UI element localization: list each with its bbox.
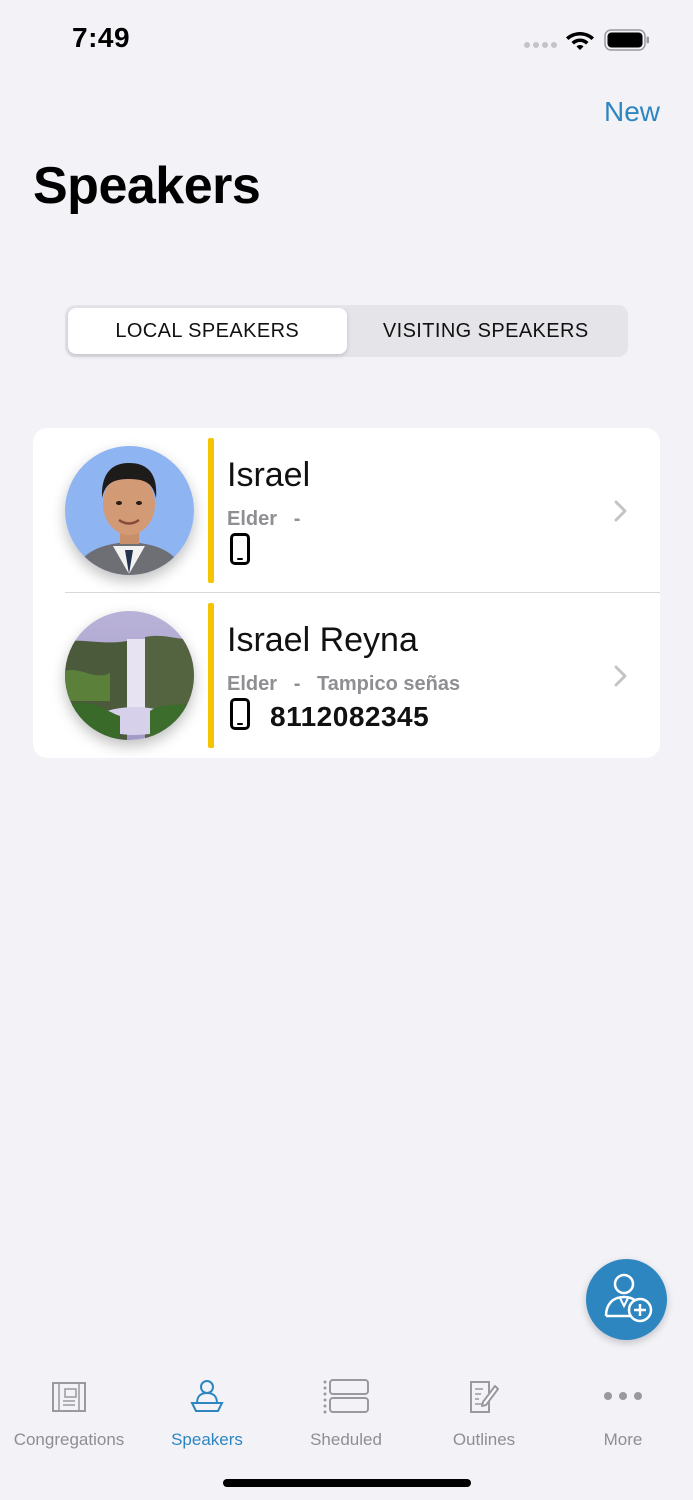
tab-congregations[interactable]: Congregations <box>0 1376 138 1456</box>
battery-icon <box>604 29 650 56</box>
tab-label: More <box>603 1430 643 1449</box>
chevron-right-icon <box>614 500 628 527</box>
speaker-type-segmented-control: LOCAL SPEAKERS VISITING SPEAKERS <box>65 305 628 357</box>
new-button[interactable]: New <box>604 96 660 128</box>
segment-visiting-speakers[interactable]: VISITING SPEAKERS <box>347 308 626 354</box>
speaker-name: Israel <box>227 456 311 494</box>
home-indicator <box>223 1479 471 1487</box>
speaker-meta: Elder - <box>227 508 317 531</box>
tab-label: Outlines <box>452 1430 516 1449</box>
document-edit-icon <box>467 1376 501 1416</box>
avatar <box>65 446 194 575</box>
speakers-list: Israel Elder - Israel Reyna Elder - Tamp… <box>33 428 660 758</box>
mobile-phone-icon <box>230 533 250 570</box>
segment-local-speakers[interactable]: LOCAL SPEAKERS <box>68 308 347 354</box>
speaker-congregation: Tampico señas <box>317 673 461 695</box>
chevron-right-icon <box>614 665 628 692</box>
phone-row <box>230 533 270 570</box>
speaker-role: Elder <box>227 673 278 695</box>
speaker-meta: Elder - Tampico señas <box>227 673 460 696</box>
schedule-list-icon <box>322 1376 370 1416</box>
speaker-name: Israel Reyna <box>227 621 418 659</box>
phone-row: 8112082345 <box>230 698 429 735</box>
tab-sheduled[interactable]: Sheduled <box>277 1376 415 1456</box>
tab-more[interactable]: More <box>554 1376 692 1456</box>
cellular-signal-icon <box>524 42 557 48</box>
mobile-phone-icon <box>230 698 250 735</box>
tab-speakers[interactable]: Speakers <box>138 1376 276 1456</box>
speaker-color-bar <box>208 603 214 748</box>
add-speaker-button[interactable] <box>586 1259 667 1340</box>
speaker-phone[interactable]: 8112082345 <box>270 701 429 733</box>
status-time: 7:49 <box>72 22 131 53</box>
wifi-icon <box>565 28 595 55</box>
avatar <box>65 611 194 740</box>
status-bar: 7:49 <box>0 0 693 80</box>
tab-outlines[interactable]: Outlines <box>415 1376 553 1456</box>
add-person-icon <box>600 1270 654 1329</box>
tab-label: Sheduled <box>310 1430 382 1449</box>
tab-label: Speakers <box>171 1430 243 1449</box>
tab-label: Congregations <box>13 1430 125 1449</box>
building-icon <box>51 1376 87 1416</box>
meta-separator: - <box>293 508 301 530</box>
page-title: Speakers <box>33 157 261 215</box>
more-dots-icon <box>603 1376 643 1416</box>
meta-separator: - <box>293 673 301 695</box>
speaker-row[interactable]: Israel Reyna Elder - Tampico señas 81120… <box>33 593 660 758</box>
speaker-podium-icon <box>189 1376 225 1416</box>
speaker-row[interactable]: Israel Elder - <box>33 428 660 593</box>
speaker-color-bar <box>208 438 214 583</box>
speaker-role: Elder <box>227 508 278 530</box>
